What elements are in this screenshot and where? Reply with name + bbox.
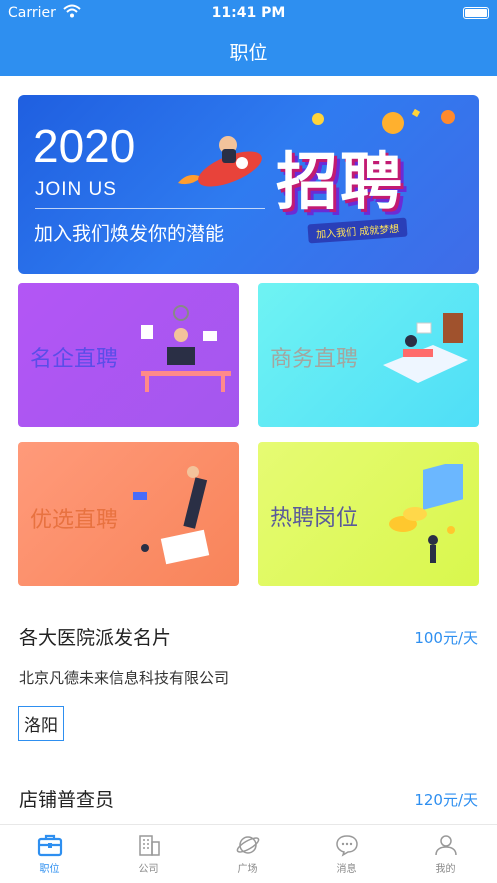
battery-icon [463,7,489,19]
laptop-illustration [133,466,210,565]
tile-label: 优选直聘 [30,508,119,533]
tile-label: 名企直聘 [30,347,119,372]
tab-profile[interactable]: 我的 [396,825,495,883]
job-title[interactable]: 店铺普查员 [19,785,114,812]
tab-label: 我的 [435,864,456,875]
banner-divider [35,208,265,209]
job-city-tag: 洛阳 [18,706,64,741]
chat-bubble-icon [335,835,358,857]
tab-company[interactable]: 公司 [99,825,198,883]
tab-label: 广场 [237,864,258,875]
tab-label: 职位 [39,864,60,875]
briefcase-icon [37,834,62,857]
tile-business[interactable]: 商务直聘 [258,283,479,427]
planet-icon [236,836,259,854]
meeting-room-illustration [383,313,468,383]
tab-jobs[interactable]: 职位 [0,825,99,883]
banner-tag: 加入我们 成就梦想 [307,217,408,244]
coins-illustration [389,464,463,563]
tile-hot-positions[interactable]: 热聘岗位 [258,442,479,586]
page-title: 职位 [229,42,268,64]
tab-bar: 职位 公司 广场 消息 我的 [0,824,497,883]
nav-bar: 职位 [0,26,497,76]
tile-label: 热聘岗位 [270,506,359,531]
banner-headline: 招聘 [276,145,405,218]
office-desk-illustration [141,305,231,392]
job-salary: 100元/天 [414,629,478,647]
rocket-illustration [178,136,262,187]
tile-famous-company[interactable]: 名企直聘 [18,283,239,427]
person-icon [434,835,457,856]
job-title[interactable]: 各大医院派发名片 [19,623,171,650]
tab-square[interactable]: 广场 [198,825,297,883]
tile-preferred[interactable]: 优选直聘 [18,442,239,586]
tab-messages[interactable]: 消息 [297,825,396,883]
banner-year: 2020 [33,120,136,172]
tab-label: 公司 [138,864,159,875]
job-company: 北京凡德未来信息科技有限公司 [19,669,230,687]
job-salary: 120元/天 [414,791,478,809]
status-bar: Carrier 11:41 PM [0,0,497,26]
tab-label: 消息 [336,864,357,875]
building-icon [138,835,160,856]
recruit-banner[interactable]: 2020 JOIN US 加入我们焕发你的潜能 招聘 加入我们 成就梦想 [18,95,479,274]
tile-label: 商务直聘 [270,347,359,372]
clock: 11:41 PM [211,5,286,21]
banner-slogan: 加入我们焕发你的潜能 [34,223,225,245]
banner-join: JOIN US [35,179,117,200]
